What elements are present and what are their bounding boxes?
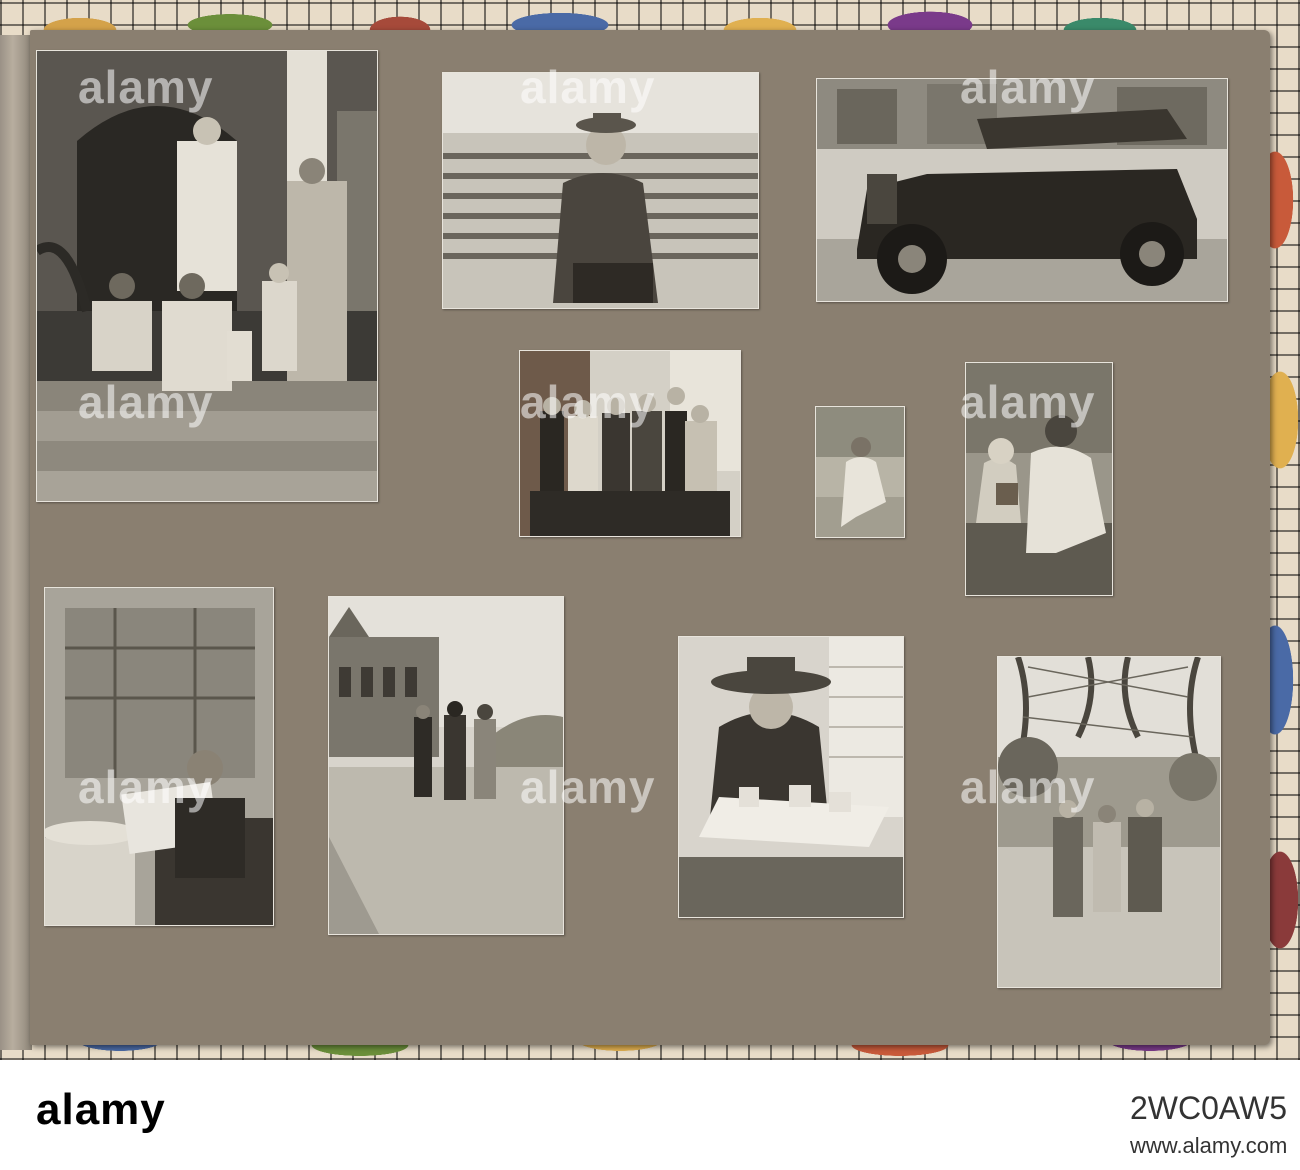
album-spread: alamy alamy alamy alamy alamy alamy alam… — [0, 0, 1300, 1060]
photo-man-reading-newspaper — [44, 587, 274, 926]
photo-woman-seated-small — [815, 406, 905, 538]
album-page — [30, 30, 1270, 1045]
photo-group-by-wall — [519, 350, 741, 537]
photo-vintage-car — [816, 78, 1228, 302]
image-id: 2WC0AW5 — [1130, 1090, 1288, 1126]
photo-group-before-building — [328, 596, 564, 935]
photo-man-on-bench — [442, 72, 759, 309]
photo-woman-at-cafe-table — [678, 636, 904, 918]
album-spine — [0, 35, 32, 1050]
site-url: www.alamy.com — [1130, 1133, 1288, 1158]
photo-family-on-steps — [36, 50, 378, 502]
alamy-logo: alamy — [36, 1085, 166, 1134]
footer-bar — [0, 1060, 1300, 1170]
photo-woman-with-child — [965, 362, 1113, 596]
photo-trio-under-tower — [997, 656, 1221, 988]
